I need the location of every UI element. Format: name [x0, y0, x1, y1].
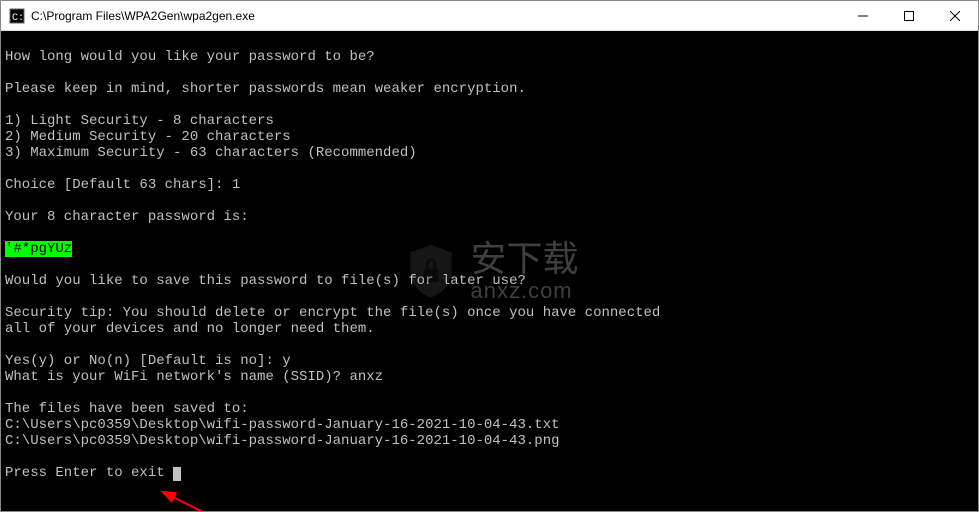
choice-prompt: Choice [Default 63 chars]: [5, 177, 232, 193]
console-line: Please keep in mind, shorter passwords m… [5, 81, 526, 97]
console-line: 3) Maximum Security - 63 characters (Rec… [5, 145, 417, 161]
svg-text:C:\: C:\ [12, 12, 25, 24]
window-controls [840, 1, 978, 30]
annotation-arrow [161, 486, 301, 511]
choice-input: 1 [232, 177, 240, 193]
minimize-button[interactable] [840, 1, 886, 30]
exit-prompt: Press Enter to exit [5, 465, 173, 481]
ssid-prompt: What is your WiFi network's name (SSID)? [5, 369, 349, 385]
password-label: Your 8 character password is: [5, 209, 249, 225]
console-output[interactable]: How long would you like your password to… [1, 31, 978, 511]
yesno-input: y [282, 353, 290, 369]
saved-label: The files have been saved to: [5, 401, 249, 417]
titlebar[interactable]: C:\ C:\Program Files\WPA2Gen\wpa2gen.exe [1, 1, 978, 31]
watermark: 安下载 anxz.com [400, 239, 578, 303]
saved-file-png: C:\Users\pc0359\Desktop\wifi-password-Ja… [5, 433, 560, 449]
yesno-prompt: Yes(y) or No(n) [Default is no]: [5, 353, 282, 369]
maximize-button[interactable] [886, 1, 932, 30]
ssid-input: anxz [349, 369, 383, 385]
console-line: 1) Light Security - 8 characters [5, 113, 274, 129]
save-prompt: Would you like to save this password to … [5, 273, 526, 289]
security-tip: all of your devices and no longer need t… [5, 321, 375, 337]
app-window: C:\ C:\Program Files\WPA2Gen\wpa2gen.exe… [0, 0, 979, 512]
console-line: 2) Medium Security - 20 characters [5, 129, 291, 145]
window-title: C:\Program Files\WPA2Gen\wpa2gen.exe [31, 9, 840, 23]
cursor [173, 467, 181, 481]
close-button[interactable] [932, 1, 978, 30]
console-line: How long would you like your password to… [5, 49, 375, 65]
generated-password: '#*pgYUz [5, 241, 72, 257]
saved-file-txt: C:\Users\pc0359\Desktop\wifi-password-Ja… [5, 417, 560, 433]
shield-lock-icon [400, 241, 460, 301]
app-icon: C:\ [9, 8, 25, 24]
security-tip: Security tip: You should delete or encry… [5, 305, 660, 321]
